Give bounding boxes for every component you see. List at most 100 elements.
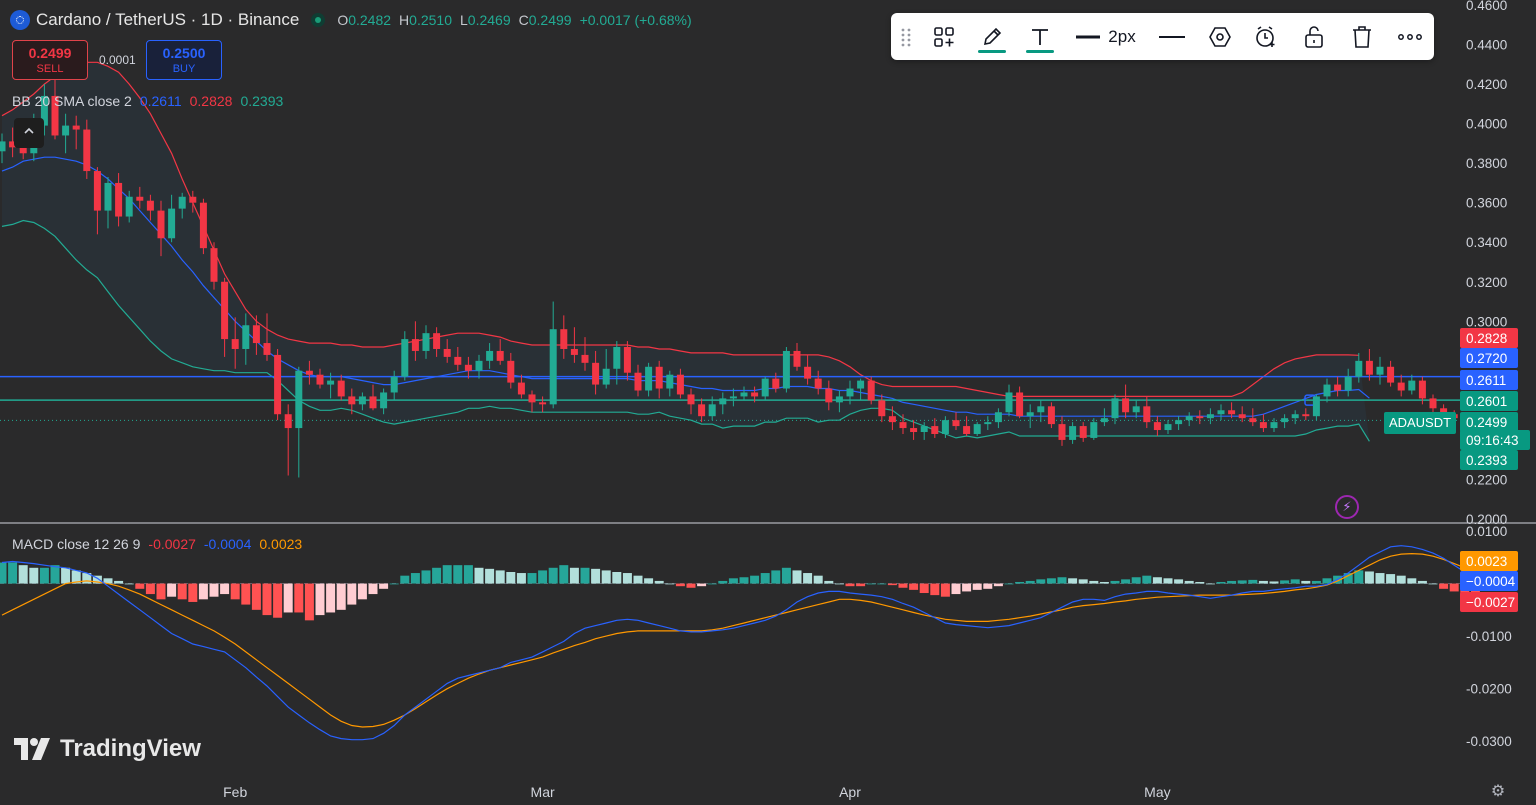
candle (1365, 348, 1373, 381)
candle-body (1418, 380, 1426, 399)
candle-body (475, 360, 483, 371)
buy-button[interactable]: 0.2500 BUY (146, 40, 222, 80)
macd-hist-bar (792, 570, 802, 584)
candle (1397, 374, 1405, 397)
chart-canvas[interactable]: 0.4600 0.4400 0.4200 0.4000 0.3800 0.3600 0.34… (0, 0, 1536, 805)
macd-hist-bar (357, 583, 367, 600)
candle-body (1196, 416, 1204, 419)
macd-hist-bar (686, 583, 696, 588)
macd-hist-bar (538, 570, 548, 584)
macd-hist-bar (1311, 580, 1321, 584)
candle-body (698, 404, 706, 417)
time-axis[interactable]: Feb Mar Apr May (223, 784, 1170, 800)
bollinger-band-fill (2, 62, 1370, 442)
candle-body (199, 202, 207, 249)
hexagon-icon[interactable] (1203, 13, 1237, 60)
line-style-icon[interactable] (1155, 13, 1189, 60)
trash-icon[interactable] (1345, 13, 1379, 60)
candle-body (867, 380, 875, 401)
lightning-icon[interactable]: ⚡ (1335, 495, 1359, 519)
macd-hist-bar (654, 580, 664, 584)
macd-legend[interactable]: MACD close 12 26 9 -0.0027 -0.0004 0.002… (12, 536, 302, 552)
candle-body (835, 396, 843, 403)
candle-body (952, 420, 960, 427)
bollinger-legend[interactable]: BB 20 SMA close 2 0.2611 0.2828 0.2393 (12, 93, 283, 109)
candle-body (1387, 366, 1395, 383)
macd-hist-bar (622, 573, 632, 584)
macd-hist-bar (760, 573, 770, 584)
candle (1005, 384, 1013, 417)
price-label-text: 0.2601 (1466, 394, 1507, 409)
candle-body (464, 364, 472, 371)
unlock-icon[interactable] (1297, 13, 1331, 60)
candle-body (1005, 392, 1013, 413)
macd-hist-bar (474, 567, 484, 584)
macd-pane (0, 522, 1536, 741)
macd-hist-bar (1046, 578, 1056, 584)
alert-clock-icon[interactable] (1249, 13, 1283, 60)
chevron-up-icon (24, 127, 34, 134)
pencil-icon[interactable] (975, 13, 1009, 60)
macd-line (1, 545, 1487, 741)
text-icon[interactable] (1023, 13, 1057, 60)
price-label: 0.2601 (1460, 391, 1518, 411)
candle-body (263, 343, 271, 355)
settings-gear-icon[interactable]: ⚙ (1489, 783, 1507, 801)
tradingview-logo-icon (14, 738, 50, 760)
macd-hist-bar (400, 575, 410, 584)
macd-hist-bar (1131, 577, 1141, 584)
candle-body (793, 350, 801, 367)
time-tick-label: Feb (223, 784, 247, 800)
macd-hist-bar (50, 565, 60, 584)
candle-body (1281, 418, 1289, 423)
macd-hist-value: -0.0027 (148, 536, 196, 552)
macd-hist-bar (1364, 571, 1374, 584)
ohlc-key: O (337, 12, 349, 28)
macd-hist-bar (0, 562, 7, 584)
candle-body (592, 362, 600, 385)
candle-body (920, 426, 928, 433)
sell-button[interactable]: 0.2499 SELL (12, 40, 88, 80)
macd-hist-bar (135, 583, 145, 589)
macd-tick-label: -0.0200 (1466, 682, 1512, 697)
macd-hist-bar (887, 583, 897, 586)
macd-hist-bar (845, 583, 855, 587)
macd-hist-bar (283, 583, 293, 613)
macd-hist-bar (1248, 579, 1258, 584)
macd-hist-bar (1237, 580, 1247, 584)
candle-body (284, 414, 292, 429)
more-icon[interactable] (1393, 13, 1427, 60)
candle-body (708, 404, 716, 417)
candle-body (570, 348, 578, 355)
line-width-button[interactable]: 2px (1073, 13, 1139, 60)
macd-hist-bar (1036, 579, 1046, 584)
price-tick-label: 0.3800 (1466, 156, 1507, 171)
templates-icon[interactable] (927, 13, 961, 60)
macd-hist-bar (1099, 581, 1109, 584)
candle-body (941, 420, 949, 434)
macd-hist-bar (251, 583, 261, 610)
candle-body (1175, 420, 1183, 425)
drag-handle-icon[interactable] (897, 13, 915, 60)
candle-body (782, 350, 790, 389)
price-tick-label: 0.3600 (1466, 196, 1507, 211)
candle-body (401, 339, 409, 377)
macd-hist-bar (188, 583, 198, 602)
macd-tick-label: -0.0100 (1466, 629, 1512, 644)
macd-hist-bar (18, 565, 28, 584)
macd-hist-bar (230, 583, 240, 600)
collapse-legend-button[interactable] (14, 118, 44, 148)
symbol-title[interactable]: Cardano / TetherUS · 1D · Binance (36, 10, 299, 30)
candle-body (242, 325, 250, 349)
countdown-label: 09:16:43 (1460, 430, 1530, 450)
macd-hist-bar (432, 567, 442, 584)
candle-body (973, 424, 981, 434)
macd-hist-bar (983, 583, 993, 589)
macd-hist-bar (326, 583, 336, 613)
ohlc-key: C (518, 12, 529, 28)
price-tick-label: 0.3000 (1466, 314, 1507, 329)
candle-body (0, 141, 6, 152)
candle-body (125, 196, 133, 217)
macd-hist-bar (1301, 580, 1311, 584)
candle (793, 343, 801, 371)
